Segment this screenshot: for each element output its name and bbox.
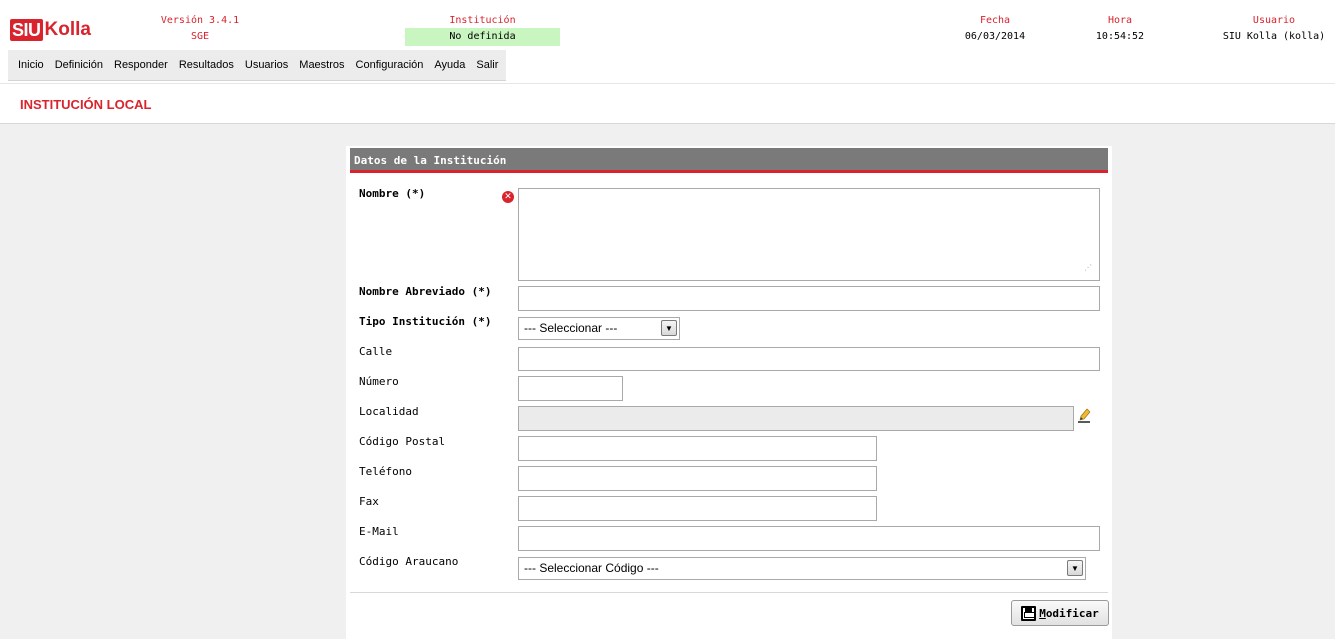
nombre-textarea[interactable] xyxy=(518,188,1100,281)
error-icon: ✕ xyxy=(502,191,514,203)
calle-input[interactable] xyxy=(518,347,1100,371)
numero-label: Número xyxy=(359,375,399,388)
email-input[interactable] xyxy=(518,526,1100,551)
menu-item-responder[interactable]: Responder xyxy=(114,59,168,71)
institution-form: Datos de la Institución Nombre (*) ✕ ⋰ N… xyxy=(346,146,1112,639)
form-footer-divider xyxy=(350,592,1108,593)
version-info: Versión 3.4.1 SGE xyxy=(150,13,250,46)
resize-grip-icon[interactable]: ⋰ xyxy=(1084,264,1092,272)
tipo-institucion-selected: --- Seleccionar --- xyxy=(524,321,618,335)
tipo-institucion-label: Tipo Institución (*) xyxy=(359,315,492,328)
email-label: E-Mail xyxy=(359,525,399,538)
modificar-accesskey: M xyxy=(1039,606,1046,620)
fax-input[interactable] xyxy=(518,496,877,521)
codigo-araucano-label: Código Araucano xyxy=(359,555,459,568)
nombre-abreviado-input[interactable] xyxy=(518,286,1100,311)
numero-input[interactable] xyxy=(518,376,623,401)
hora-label: Hora xyxy=(1107,15,1133,26)
chevron-down-icon[interactable]: ▼ xyxy=(661,320,677,336)
modificar-button[interactable]: Modificar xyxy=(1011,600,1109,626)
chevron-down-icon[interactable]: ▼ xyxy=(1067,560,1083,576)
localidad-input xyxy=(518,406,1074,431)
page-title: INSTITUCIÓN LOCAL xyxy=(20,97,152,112)
menu-divider xyxy=(0,83,1335,84)
form-heading: Datos de la Institución xyxy=(350,148,1108,173)
codigo-araucano-selected: --- Seleccionar Código --- xyxy=(524,561,659,575)
menu-item-resultados[interactable]: Resultados xyxy=(179,59,234,71)
institucion-info: Institución No definida xyxy=(405,13,560,46)
version-label: Versión 3.4.1 xyxy=(160,15,240,26)
usuario-value: SIU Kolla (kolla) xyxy=(1222,31,1326,42)
usuario-info: Usuario SIU Kolla (kolla) xyxy=(1215,13,1333,46)
floppy-save-icon xyxy=(1021,605,1037,621)
localidad-label: Localidad xyxy=(359,405,419,418)
telefono-input[interactable] xyxy=(518,466,877,491)
menu-item-ayuda[interactable]: Ayuda xyxy=(434,59,465,71)
institucion-label: Institución xyxy=(449,15,516,26)
version-value: SGE xyxy=(190,31,210,42)
logo-kolla: Kolla xyxy=(44,19,91,40)
main-menu: Inicio Definición Responder Resultados U… xyxy=(8,50,507,81)
hora-value: 10:54:52 xyxy=(1095,31,1145,42)
codigo-postal-label: Código Postal xyxy=(359,435,446,448)
nombre-abreviado-label: Nombre Abreviado (*) xyxy=(359,285,492,298)
codigo-araucano-select[interactable]: --- Seleccionar Código --- ▼ xyxy=(518,557,1086,580)
codigo-postal-input[interactable] xyxy=(518,436,877,461)
nombre-label: Nombre (*) xyxy=(359,187,426,200)
app-header: SIU Kolla Versión 3.4.1 SGE Institución … xyxy=(0,0,1335,50)
menu-item-definicion[interactable]: Definición xyxy=(55,59,103,71)
hora-info: Hora 10:54:52 xyxy=(1075,13,1165,46)
telefono-label: Teléfono xyxy=(359,465,412,478)
menu-item-maestros[interactable]: Maestros xyxy=(299,59,344,71)
tipo-institucion-select[interactable]: --- Seleccionar --- ▼ xyxy=(518,317,680,340)
fecha-label: Fecha xyxy=(979,15,1011,26)
menu-item-salir[interactable]: Salir xyxy=(476,59,498,71)
menubar: Inicio Definición Responder Resultados U… xyxy=(0,50,1335,84)
institucion-value: No definida xyxy=(405,28,560,46)
fecha-info: Fecha 06/03/2014 xyxy=(940,13,1050,46)
fax-label: Fax xyxy=(359,495,379,508)
calle-label: Calle xyxy=(359,345,393,358)
menu-item-inicio[interactable]: Inicio xyxy=(18,59,44,71)
siu-kolla-logo[interactable]: SIU Kolla xyxy=(10,19,91,41)
menu-item-configuracion[interactable]: Configuración xyxy=(356,59,424,71)
modificar-label: odificar xyxy=(1045,606,1099,620)
fecha-value: 06/03/2014 xyxy=(964,31,1026,42)
logo-siu: SIU xyxy=(10,19,43,41)
usuario-label: Usuario xyxy=(1252,15,1296,26)
pencil-edit-icon[interactable] xyxy=(1077,408,1091,424)
menu-item-usuarios[interactable]: Usuarios xyxy=(245,59,288,71)
